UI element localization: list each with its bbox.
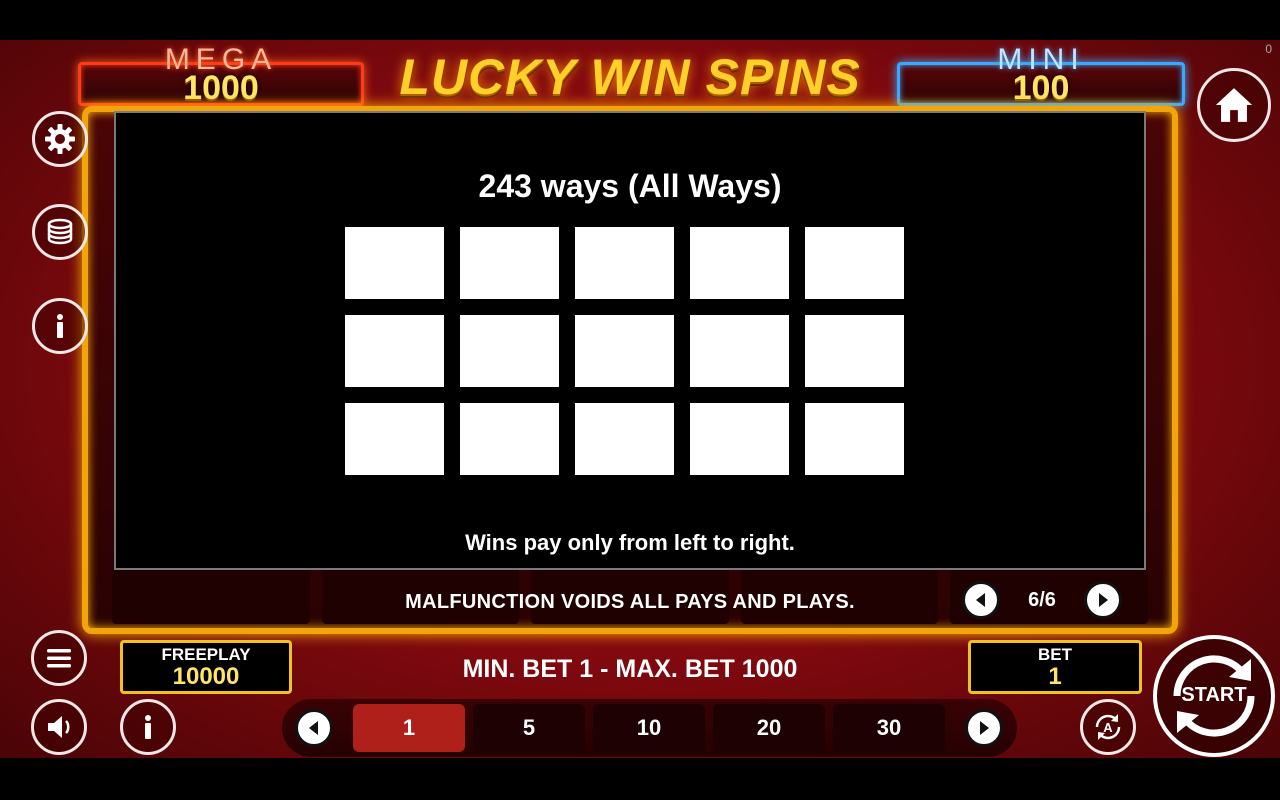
bet-prev-button[interactable] [295, 709, 333, 747]
settings-button[interactable] [32, 111, 88, 167]
ways-grid [345, 227, 904, 475]
freeplay-label: FREEPLAY [161, 645, 251, 664]
grid-cell [690, 403, 789, 475]
mini-jackpot: MINI 100 [897, 43, 1185, 107]
info-pager: 6/6 [962, 581, 1122, 619]
mini-jackpot-value: 100 [1012, 69, 1070, 107]
svg-text:A: A [1103, 720, 1113, 735]
bottom-info-button[interactable] [120, 699, 176, 755]
speaker-icon [48, 716, 70, 738]
grid-cell [345, 403, 444, 475]
menu-button[interactable] [31, 630, 87, 686]
info-button[interactable] [32, 298, 88, 354]
paytable-info-panel: 243 ways (All Ways) Wins pay only from l… [114, 111, 1146, 570]
ways-title: 243 ways (All Ways) [478, 168, 782, 204]
page-indicator: 6/6 [1028, 589, 1056, 611]
arrow-left-icon [976, 593, 985, 607]
mega-jackpot: MEGA 1000 [78, 43, 364, 107]
info-icon [145, 715, 151, 739]
bet-value: 1 [1048, 663, 1062, 690]
menu-icon [47, 649, 71, 668]
status-counter: 0 [1265, 42, 1272, 56]
bet-selector: 1 5 10 20 30 [282, 699, 1017, 757]
prev-page-button[interactable] [962, 581, 1000, 619]
start-button[interactable]: START [1153, 635, 1275, 757]
home-icon [1215, 88, 1253, 122]
grid-cell [690, 315, 789, 387]
grid-cell [345, 227, 444, 299]
grid-cell [460, 315, 559, 387]
bet-next-button[interactable] [965, 709, 1003, 747]
coins-button[interactable] [32, 204, 88, 260]
grid-cell [690, 227, 789, 299]
coin-stack-icon [47, 218, 73, 245]
malfunction-disclaimer: MALFUNCTION VOIDS ALL PAYS AND PLAYS. [405, 591, 855, 613]
game-title: LUCKY WIN SPINS [399, 49, 861, 105]
bet-option[interactable]: 1 [353, 704, 465, 752]
grid-cell [805, 403, 904, 475]
grid-cell [805, 315, 904, 387]
arrow-right-icon [1099, 593, 1108, 607]
wins-note: Wins pay only from left to right. [465, 530, 795, 555]
sound-button[interactable] [31, 699, 87, 755]
grid-cell [575, 227, 674, 299]
reel-slot [112, 566, 310, 624]
autoplay-icon: A [1095, 714, 1121, 740]
grid-cell [575, 315, 674, 387]
bet-limits: MIN. BET 1 - MAX. BET 1000 [462, 655, 798, 683]
grid-cell [575, 403, 674, 475]
info-icon [57, 314, 63, 338]
grid-cell [805, 227, 904, 299]
bet-box: BET 1 [968, 640, 1142, 694]
arrow-right-icon [980, 721, 989, 735]
gear-icon [45, 124, 75, 154]
bet-option[interactable]: 30 [833, 704, 945, 752]
game-stage: 0 MEGA 1000 LUCKY WIN SPINS MINI 100 243… [0, 40, 1280, 758]
grid-cell [460, 227, 559, 299]
freeplay-value: 10000 [172, 663, 240, 690]
mega-jackpot-value: 1000 [183, 69, 259, 107]
bet-option[interactable]: 20 [713, 704, 825, 752]
start-label: START [1181, 684, 1247, 706]
grid-cell [345, 315, 444, 387]
home-button[interactable] [1197, 68, 1271, 142]
grid-cell [460, 403, 559, 475]
autoplay-button[interactable]: A [1080, 699, 1136, 755]
bet-label: BET [1038, 645, 1072, 664]
next-page-button[interactable] [1084, 581, 1122, 619]
bet-option[interactable]: 10 [593, 704, 705, 752]
bet-option[interactable]: 5 [473, 704, 585, 752]
arrow-left-icon [309, 721, 318, 735]
freeplay-box: FREEPLAY 10000 [120, 640, 292, 694]
